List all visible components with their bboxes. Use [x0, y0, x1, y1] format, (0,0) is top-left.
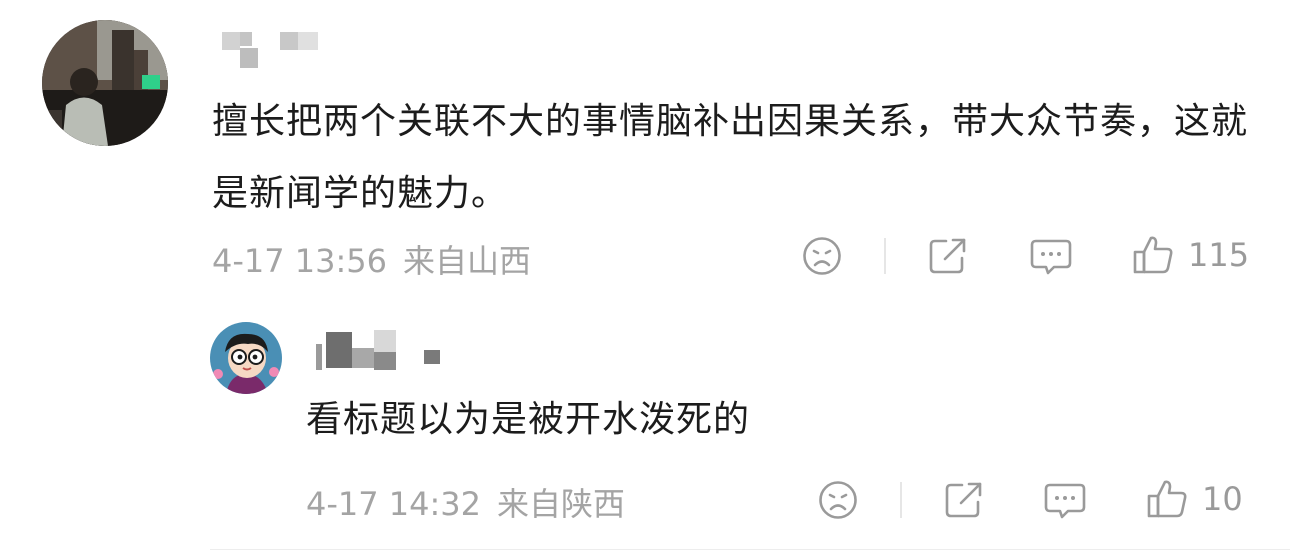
comment-location: 来自陕西 [497, 485, 626, 523]
share-icon [929, 238, 966, 274]
comment-text: 擅长把两个关联不大的事情脑补出因果关系，带大众节奏，这就是新闻学的魅力。 [212, 101, 1249, 214]
reply-button[interactable] [1044, 482, 1086, 520]
dislike-button[interactable] [818, 480, 858, 520]
comment-time: 4-17 14:32 [306, 485, 482, 523]
separator-line [210, 549, 1290, 550]
comment-location: 来自山西 [403, 242, 532, 280]
comment-icon [1030, 239, 1072, 275]
sad-face-icon [803, 237, 841, 275]
comment-time: 4-17 13:56 [212, 242, 388, 280]
avatar-photo-icon [42, 20, 168, 146]
comment-text: 看标题以为是被开水泼死的 [306, 399, 751, 440]
action-divider [900, 482, 902, 518]
dislike-button[interactable] [802, 236, 842, 276]
like-button[interactable]: 115 [1132, 234, 1249, 276]
avatar[interactable] [42, 20, 168, 146]
action-divider [884, 238, 886, 274]
share-button[interactable] [928, 237, 968, 275]
like-button[interactable]: 10 [1146, 478, 1243, 520]
comment-meta: 4-17 13:56 来自山西 [212, 236, 531, 282]
username-masked[interactable] [218, 30, 328, 68]
thumbs-up-icon [1147, 480, 1187, 518]
share-icon [945, 482, 982, 518]
sad-face-icon [819, 481, 857, 519]
like-count: 115 [1188, 236, 1250, 274]
username-masked[interactable] [316, 328, 446, 370]
reply-button[interactable] [1030, 238, 1072, 276]
comment-icon [1044, 483, 1086, 519]
comment-meta: 4-17 14:32 来自陕西 [306, 479, 625, 525]
avatar-cartoon-icon [210, 322, 282, 394]
thumbs-up-icon [1133, 236, 1173, 274]
avatar[interactable] [210, 322, 282, 394]
share-button[interactable] [944, 481, 984, 519]
like-count: 10 [1202, 480, 1243, 518]
